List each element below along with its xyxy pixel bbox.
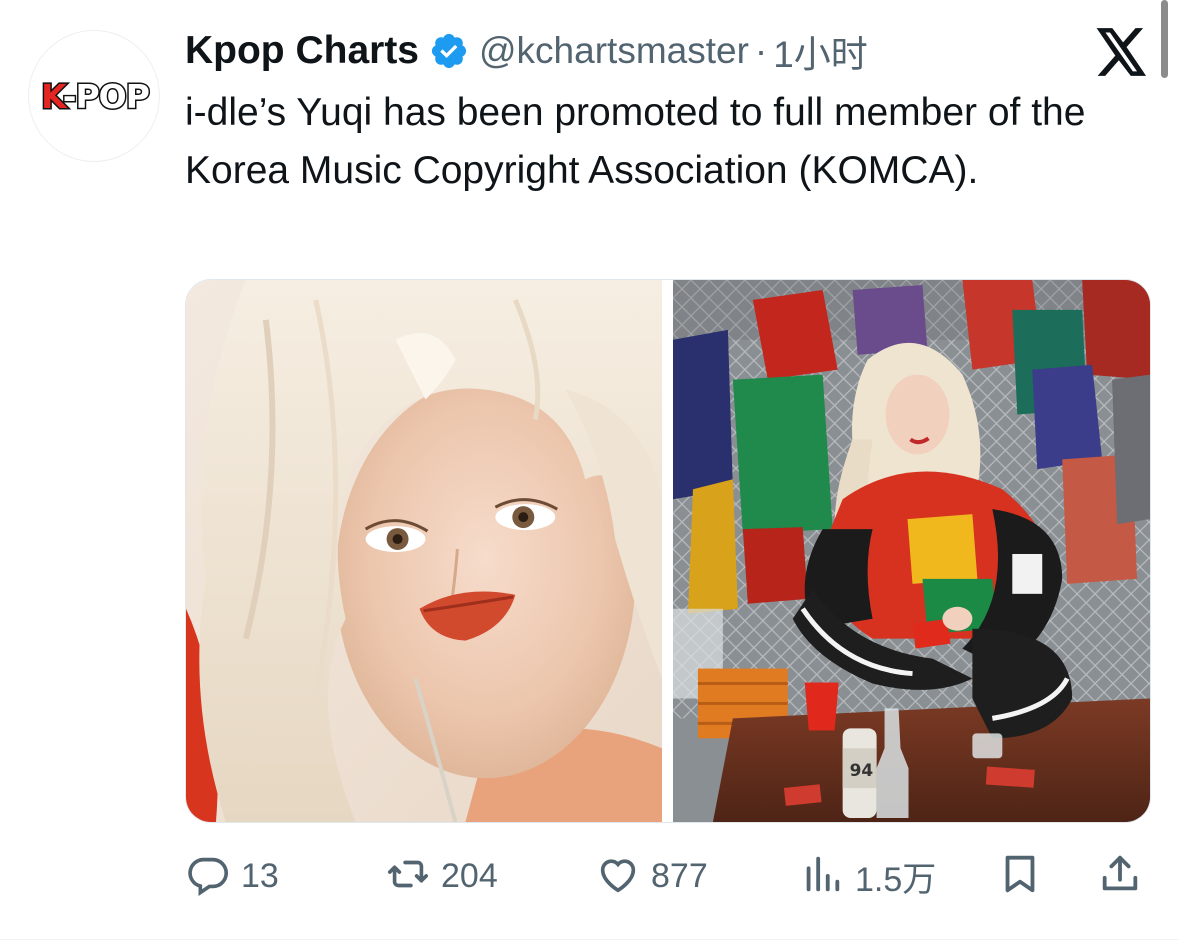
retweet-button[interactable]: 204 bbox=[385, 848, 498, 904]
share-button[interactable] bbox=[1097, 848, 1143, 904]
views-chart-icon bbox=[799, 851, 845, 902]
media-photo-crouching[interactable]: 94 bbox=[673, 280, 1150, 822]
tweet-timestamp[interactable]: 1小时 bbox=[773, 24, 868, 78]
views-button[interactable]: 1.5万 bbox=[799, 848, 936, 904]
like-count: 877 bbox=[651, 856, 708, 895]
retweet-count: 204 bbox=[441, 856, 498, 895]
tweet-action-bar: 13 204 877 1.5万 bbox=[185, 848, 1151, 904]
bookmark-icon bbox=[997, 851, 1043, 902]
tweet-text: i-dle’s Yuqi has been promoted to full m… bbox=[185, 91, 1086, 192]
tweet-media-grid: 94 bbox=[185, 279, 1151, 823]
reply-count: 13 bbox=[241, 856, 279, 895]
svg-text:94: 94 bbox=[850, 760, 874, 780]
separator-dot: · bbox=[754, 30, 768, 71]
verified-badge-icon[interactable] bbox=[429, 31, 469, 71]
bookmark-button[interactable] bbox=[997, 848, 1043, 904]
x-logo-icon[interactable] bbox=[1096, 28, 1148, 76]
retweet-icon bbox=[385, 851, 431, 902]
media-gap bbox=[662, 280, 673, 822]
author-handle[interactable]: @kchartsmaster bbox=[479, 30, 749, 72]
author-display-name[interactable]: Kpop Charts bbox=[185, 29, 419, 73]
media-photo-portrait[interactable] bbox=[186, 280, 663, 822]
tweet-header: Kpop Charts @kchartsmaster · 1小时 bbox=[185, 26, 868, 76]
views-count: 1.5万 bbox=[855, 860, 937, 899]
share-icon bbox=[1097, 851, 1143, 902]
reply-button[interactable]: 13 bbox=[185, 848, 279, 904]
kpop-logo: K-POP bbox=[40, 75, 152, 117]
heart-icon bbox=[595, 851, 641, 902]
author-avatar[interactable]: K-POP bbox=[28, 30, 160, 162]
scrollbar-thumb[interactable] bbox=[1161, 0, 1168, 78]
like-button[interactable]: 877 bbox=[595, 848, 708, 904]
tweet-divider bbox=[0, 939, 1179, 940]
reply-icon bbox=[185, 851, 231, 902]
